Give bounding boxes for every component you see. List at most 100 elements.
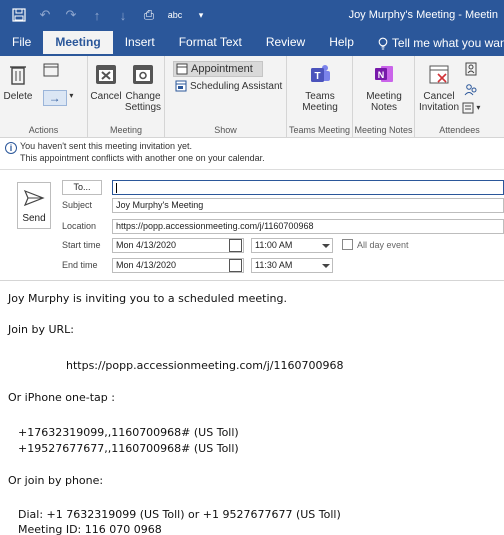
cancel-invitation-icon: [429, 65, 449, 84]
delete-label: Delete: [3, 91, 33, 102]
end-time-label: End time: [62, 260, 98, 270]
check-names-icon: [464, 84, 477, 96]
start-time-label: Start time: [62, 240, 101, 250]
group-attendees: Cancel Invitation ▾ Attendees: [415, 56, 504, 138]
end-date-calendar-icon[interactable]: [229, 259, 242, 272]
body-phone-tap-2[interactable]: +19527677677,,1160700968# (US Toll): [18, 442, 239, 455]
all-day-label: All day event: [357, 240, 409, 250]
cancel-meeting-button[interactable]: Cancel: [90, 62, 122, 102]
address-book-icon: [465, 62, 477, 76]
send-button[interactable]: Send: [17, 182, 51, 229]
address-book-button[interactable]: [463, 62, 479, 78]
scheduling-label: Scheduling Assistant: [190, 80, 283, 92]
group-label-notes: Meeting Notes: [354, 125, 413, 135]
group-teams-meeting: T Teams Meeting Teams Meeting: [287, 56, 353, 138]
body-invite-line: Joy Murphy is inviting you to a schedule…: [8, 292, 287, 305]
cancel-invitation-label-1: Cancel: [423, 91, 455, 102]
text-cursor: [116, 182, 117, 193]
cancel-invitation-label-2: Invitation: [419, 102, 460, 113]
response-options-button[interactable]: ▾: [459, 102, 483, 116]
cancel-calendar-icon: [96, 65, 116, 84]
body-iphone-heading: Or iPhone one-tap :: [8, 391, 115, 404]
body-meeting-id: Meeting ID: 116 070 0968: [18, 523, 162, 535]
quick-access-toolbar: ↶ ↷ ↑ ↓ ⎙ abc ▾: [8, 6, 212, 24]
end-date-field[interactable]: Mon 4/13/2020: [112, 258, 244, 273]
cancel-invitation-button[interactable]: Cancel Invitation: [419, 62, 459, 113]
cancel-label: Cancel: [90, 91, 122, 102]
subject-label: Subject: [62, 200, 93, 210]
start-time-chevron-down-icon[interactable]: [322, 244, 330, 248]
appointment-button[interactable]: Appointment: [173, 61, 263, 77]
copy-to-calendar-button[interactable]: [38, 62, 64, 81]
to-field[interactable]: [112, 180, 504, 195]
print-icon[interactable]: ⎙: [138, 6, 160, 24]
info-icon: i: [5, 142, 17, 154]
change-settings-label-1: Change: [125, 91, 161, 102]
message-body[interactable]: Joy Murphy is inviting you to a schedule…: [0, 280, 504, 535]
group-label-attendees: Attendees: [439, 125, 480, 135]
teams-meeting-button[interactable]: T Teams Meeting: [297, 62, 343, 113]
body-meeting-url[interactable]: https://popp.accessionmeeting.com/j/1160…: [66, 359, 343, 372]
meeting-notes-label-1: Meeting: [366, 91, 402, 102]
tab-meeting[interactable]: Meeting: [43, 31, 113, 56]
down-arrow-icon[interactable]: ↓: [112, 6, 134, 24]
tab-format-text[interactable]: Format Text: [167, 31, 254, 56]
end-time-chevron-down-icon[interactable]: [322, 264, 330, 268]
forward-button[interactable]: → ▾: [38, 90, 78, 110]
send-label: Send: [22, 213, 46, 224]
all-day-checkbox[interactable]: [342, 239, 353, 250]
meeting-notes-button[interactable]: N Meeting Notes: [361, 62, 407, 113]
tab-file[interactable]: File: [0, 31, 43, 56]
body-phone-tap-1[interactable]: +17632319099,,1160700968# (US Toll): [18, 426, 239, 439]
teams-meeting-label-1: Teams: [305, 91, 335, 102]
appointment-icon: [176, 63, 188, 75]
teams-icon: T: [311, 65, 330, 82]
start-date-field[interactable]: Mon 4/13/2020: [112, 238, 244, 253]
start-date-calendar-icon[interactable]: [229, 239, 242, 252]
tab-help[interactable]: Help: [317, 31, 366, 56]
trash-icon: [10, 66, 26, 85]
svg-text:T: T: [314, 71, 320, 82]
send-icon: [23, 189, 45, 207]
end-time-field[interactable]: 11:30 AM: [251, 258, 333, 273]
to-button[interactable]: To...: [62, 180, 102, 195]
group-show: Appointment Scheduling Assistant Show: [165, 56, 287, 138]
title-bar: ↶ ↷ ↑ ↓ ⎙ abc ▾ Joy Murphy's Meeting - M…: [0, 0, 504, 31]
change-settings-button[interactable]: Change Settings: [124, 62, 162, 113]
check-names-button[interactable]: [463, 82, 479, 98]
ribbon-tabs: File Meeting Insert Format Text Review H…: [0, 31, 504, 56]
ribbon: Delete → ▾ Actions Cancel Change Setting…: [0, 56, 504, 138]
tell-me-label: Tell me what you want to: [391, 36, 504, 50]
customize-toolbar-icon[interactable]: ▾: [190, 6, 212, 24]
arrow-right-icon: →: [42, 90, 67, 106]
group-label-teams: Teams Meeting: [288, 125, 351, 135]
tell-me-search[interactable]: Tell me what you want to: [366, 31, 504, 56]
tab-review[interactable]: Review: [254, 31, 317, 56]
tab-insert[interactable]: Insert: [113, 31, 167, 56]
scheduling-assistant-button[interactable]: Scheduling Assistant: [173, 79, 285, 93]
start-time-field[interactable]: 11:00 AM: [251, 238, 333, 253]
appointment-label: Appointment: [191, 62, 253, 75]
location-label: Location: [62, 221, 97, 231]
response-chevron-icon: ▾: [476, 103, 481, 112]
location-field[interactable]: https://popp.accessionmeeting.com/j/1160…: [112, 219, 504, 234]
group-meeting-notes: N Meeting Notes Meeting Notes: [353, 56, 415, 138]
save-icon[interactable]: [8, 6, 30, 24]
scheduling-icon: [175, 80, 187, 92]
group-label-meeting: Meeting: [109, 125, 143, 135]
undo-icon[interactable]: ↶: [34, 6, 56, 24]
delete-button[interactable]: Delete: [3, 62, 33, 102]
settings-calendar-icon: [133, 65, 153, 84]
group-meeting: Cancel Change Settings Meeting: [88, 56, 165, 138]
chevron-down-icon: ▾: [69, 91, 74, 100]
body-dial-line: Dial: +1 7632319099 (US Toll) or +1 9527…: [18, 508, 341, 521]
redo-icon[interactable]: ↷: [60, 6, 82, 24]
teams-meeting-label-2: Meeting: [302, 102, 338, 113]
info-line-2: This appointment conflicts with another …: [20, 153, 265, 163]
subject-field[interactable]: Joy Murphy's Meeting: [112, 198, 504, 213]
spelling-icon[interactable]: abc: [164, 6, 186, 24]
up-arrow-icon[interactable]: ↑: [86, 6, 108, 24]
body-join-url-heading: Join by URL:: [8, 323, 75, 336]
change-settings-label-2: Settings: [124, 102, 162, 113]
response-options-icon: [462, 102, 474, 114]
